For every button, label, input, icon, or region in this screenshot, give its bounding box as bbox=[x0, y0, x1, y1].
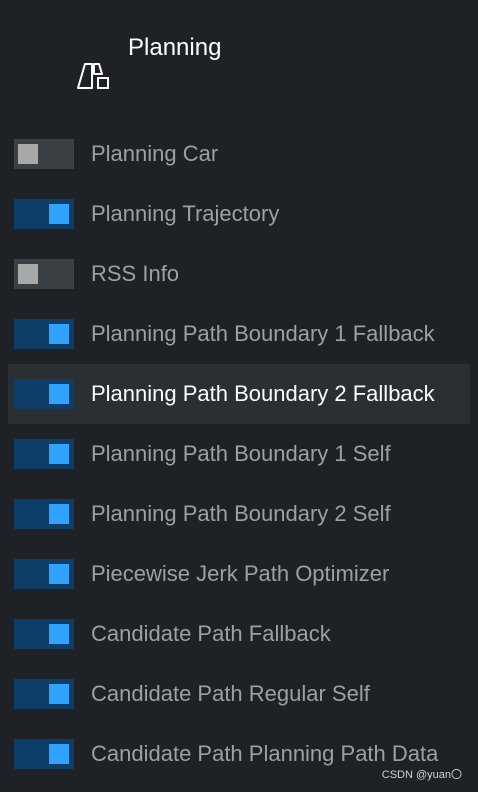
panel-header: Planning bbox=[72, 30, 221, 92]
layer-row[interactable]: RSS Info bbox=[0, 244, 478, 304]
layer-label: Planning Path Boundary 2 Self bbox=[91, 501, 391, 526]
watermark: CSDN @yuan〇 bbox=[381, 769, 462, 781]
toggle-knob bbox=[49, 324, 69, 344]
toggle-knob bbox=[49, 504, 69, 524]
toggle-knob bbox=[49, 624, 69, 644]
layer-toggle[interactable] bbox=[14, 139, 74, 169]
layer-toggle[interactable] bbox=[14, 199, 74, 229]
layer-label: Candidate Path Regular Self bbox=[91, 681, 370, 706]
toggle-knob bbox=[49, 444, 69, 464]
planning-layout-icon bbox=[77, 63, 109, 89]
panel-title: Planning bbox=[128, 34, 222, 61]
layer-toggle[interactable] bbox=[14, 439, 74, 469]
layer-toggle[interactable] bbox=[14, 739, 74, 769]
toggle-knob bbox=[18, 144, 38, 164]
layer-label: Candidate Path Planning Path Data bbox=[91, 741, 439, 766]
toggle-knob bbox=[49, 684, 69, 704]
planning-panel: Planning Planning Car Planning Trajectory… bbox=[0, 0, 478, 792]
layer-toggle[interactable] bbox=[14, 679, 74, 709]
layer-toggle[interactable] bbox=[14, 259, 74, 289]
layer-toggle[interactable] bbox=[14, 619, 74, 649]
layer-toggle[interactable] bbox=[14, 379, 74, 409]
layer-label: Planning Car bbox=[91, 141, 219, 166]
toggle-knob bbox=[49, 384, 69, 404]
toggle-knob bbox=[49, 564, 69, 584]
layer-row[interactable]: Planning Trajectory bbox=[0, 184, 478, 244]
layer-row[interactable]: Planning Path Boundary 2 Self bbox=[0, 484, 478, 544]
layer-label: Planning Path Boundary 1 Fallback bbox=[91, 321, 435, 346]
layer-label: Piecewise Jerk Path Optimizer bbox=[91, 561, 390, 586]
layer-row[interactable]: Planning Path Boundary 2 Fallback bbox=[8, 364, 470, 424]
toggle-knob bbox=[18, 264, 38, 284]
layer-toggle[interactable] bbox=[14, 499, 74, 529]
layer-row[interactable]: Candidate Path Fallback bbox=[0, 604, 478, 664]
layer-row[interactable]: Planning Path Boundary 1 Fallback bbox=[0, 304, 478, 364]
layer-label: Planning Path Boundary 2 Fallback bbox=[91, 381, 435, 406]
layer-toggle[interactable] bbox=[14, 319, 74, 349]
toggle-knob bbox=[49, 744, 69, 764]
layer-row[interactable]: Piecewise Jerk Path Optimizer bbox=[0, 544, 478, 604]
toggle-knob bbox=[49, 204, 69, 224]
layer-row[interactable]: Planning Path Boundary 1 Self bbox=[0, 424, 478, 484]
layer-toggle[interactable] bbox=[14, 559, 74, 589]
layer-label: Candidate Path Fallback bbox=[91, 621, 331, 646]
layer-row[interactable]: Planning Car bbox=[0, 124, 478, 184]
layer-label: Planning Trajectory bbox=[91, 201, 280, 226]
layer-label: Planning Path Boundary 1 Self bbox=[91, 441, 391, 466]
layer-row[interactable]: Candidate Path Regular Self bbox=[0, 664, 478, 724]
layer-list: Planning Car Planning Trajectory RSS Info P… bbox=[0, 124, 478, 784]
layer-label: RSS Info bbox=[91, 261, 180, 286]
